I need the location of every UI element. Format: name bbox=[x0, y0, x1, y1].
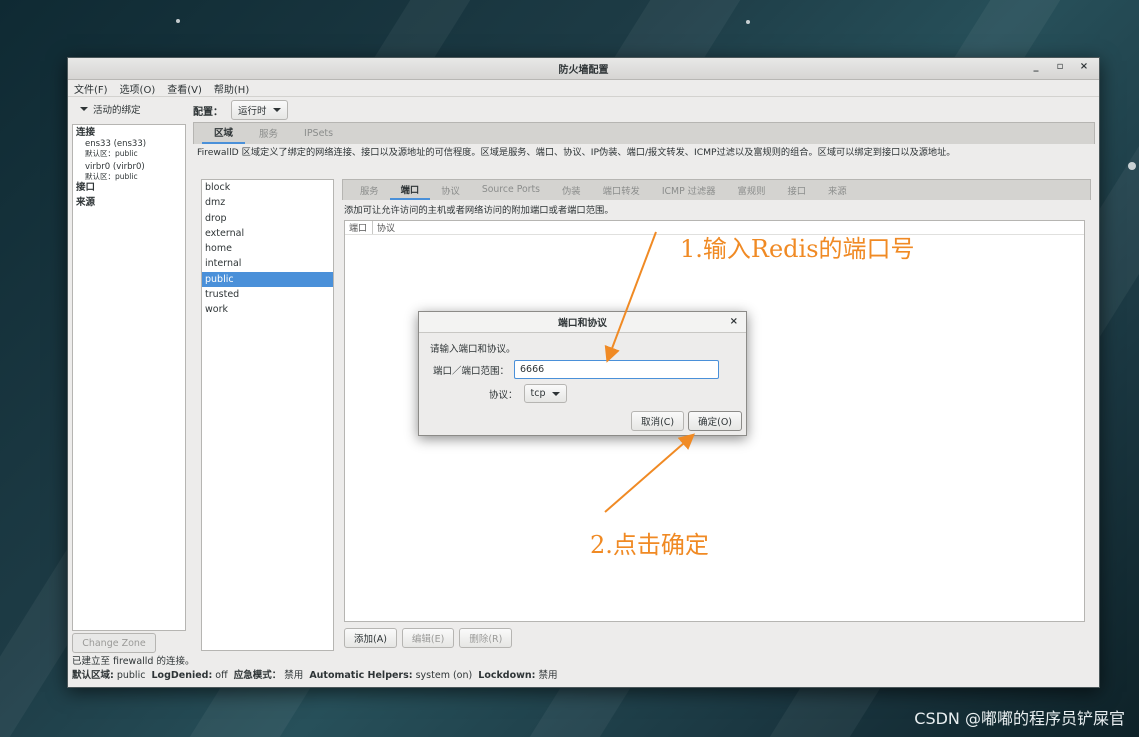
annotation-step1: 1.输入Redis的端口号 bbox=[680, 235, 915, 263]
annotation-step2: 2.点击确定 bbox=[590, 531, 709, 559]
arrow-to-port-input bbox=[604, 231, 657, 363]
annotation-arrows bbox=[604, 231, 696, 513]
arrow-to-ok-button bbox=[604, 433, 696, 513]
watermark: CSDN @嘟嘟的程序员铲屎官 bbox=[914, 709, 1125, 728]
